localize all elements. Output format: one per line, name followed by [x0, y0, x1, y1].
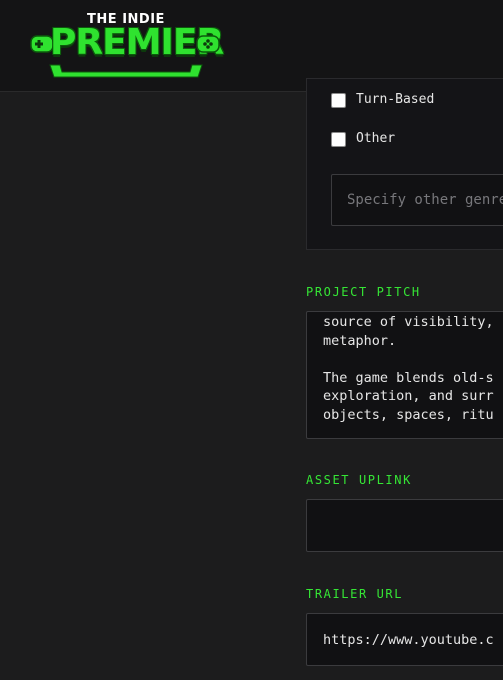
trailer-url-input[interactable]: https://www.youtube.c [306, 613, 503, 666]
gamepad-icon [196, 35, 220, 53]
pitch-text-line: exploration, and surr [323, 388, 494, 404]
pitch-text-line: metaphor. [323, 332, 397, 349]
turn-based-checkbox[interactable] [331, 92, 346, 108]
genre-option-label: Turn-Based [356, 92, 435, 107]
app-root: THE INDIE PREMIER Turn-Based Other Speci… [0, 0, 503, 680]
genre-option-label: Other [356, 131, 396, 146]
asset-uplink-label: ASSET UPLINK [306, 473, 412, 487]
trailer-url-value: https://www.youtube.c [323, 632, 494, 648]
pitch-text-line: objects, spaces, ritu [323, 406, 494, 423]
pitch-text-line: source of visibility, [323, 314, 494, 330]
project-pitch-label: PROJECT PITCH [306, 285, 421, 299]
pitch-text: source of visibility, metaphor. The game… [323, 313, 494, 424]
logo-banner-underline [49, 64, 203, 78]
trailer-url-label: TRAILER URL [306, 587, 404, 601]
logo-main-text: PREMIER [50, 22, 224, 63]
asset-uplink-field[interactable] [306, 499, 503, 552]
pitch-text-line [323, 350, 494, 369]
genre-option-other[interactable]: Other [331, 131, 395, 147]
genre-option-turn-based[interactable]: Turn-Based [331, 92, 434, 108]
pitch-text-line: The game blends old-s [323, 369, 494, 386]
other-genre-input[interactable] [331, 174, 503, 226]
project-pitch-textarea[interactable]: source of visibility, metaphor. The game… [306, 311, 503, 439]
other-checkbox[interactable] [331, 131, 346, 147]
indie-premier-logo[interactable]: THE INDIE PREMIER [28, 9, 224, 78]
